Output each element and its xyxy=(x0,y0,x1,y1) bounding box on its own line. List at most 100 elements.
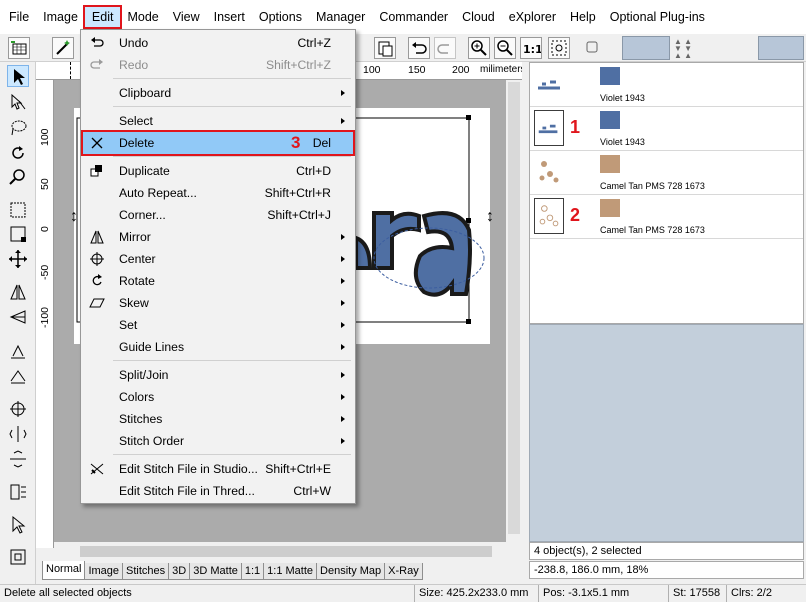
order-icon[interactable] xyxy=(7,481,29,503)
menu-item-duplicate[interactable]: Duplicate Ctrl+D xyxy=(83,160,353,182)
menu-optional-plugins[interactable]: Optional Plug-ins xyxy=(603,7,712,27)
ruler-label: 150 xyxy=(408,64,426,76)
object-row[interactable]: Camel Tan PMS 728 1673 xyxy=(530,151,803,195)
menu-item-mirror[interactable]: Mirror xyxy=(83,226,353,248)
menu-item-colors[interactable]: Colors xyxy=(83,386,353,408)
menu-item-clipboard[interactable]: Clipboard xyxy=(83,82,353,104)
menu-item-edit-in-thred[interactable]: Edit Stitch File in Thred... Ctrl+W xyxy=(83,480,353,502)
color-swatch-box-2[interactable] xyxy=(758,36,804,60)
menu-item-skew[interactable]: Skew xyxy=(83,292,353,314)
menu-file[interactable]: File xyxy=(2,7,36,27)
menu-item-label: Auto Repeat... xyxy=(119,186,197,200)
zoom-out-icon[interactable] xyxy=(494,37,516,59)
rotate-tool-icon[interactable] xyxy=(7,142,29,164)
thread-color-name: Camel Tan PMS 728 1673 xyxy=(600,225,705,235)
tab-3d[interactable]: 3D xyxy=(168,563,191,580)
object-row[interactable]: Violet 1943 xyxy=(530,63,803,107)
node-select-icon[interactable] xyxy=(7,91,29,113)
align-2-icon[interactable] xyxy=(7,365,29,387)
tab-stitches[interactable]: Stitches xyxy=(122,563,170,580)
delete-x-icon xyxy=(89,135,105,151)
zoom-1to1-icon[interactable]: 1:1 xyxy=(520,37,543,59)
hoop-grid-icon[interactable] xyxy=(8,37,30,59)
menu-item-center[interactable]: Center xyxy=(83,248,353,270)
paste-icon[interactable] xyxy=(374,37,396,59)
menu-shortcut: Del xyxy=(312,136,331,150)
tool-palette xyxy=(0,62,36,584)
embroidery-icon[interactable] xyxy=(7,546,29,568)
menu-item-label: Colors xyxy=(119,390,155,404)
menu-commander[interactable]: Commander xyxy=(372,7,455,27)
center-tool-icon[interactable] xyxy=(7,398,29,420)
tab-normal[interactable]: Normal xyxy=(42,561,86,580)
undo-icon xyxy=(89,35,105,51)
undo-icon[interactable] xyxy=(408,37,430,59)
menu-explorer[interactable]: eXplorer xyxy=(502,7,563,27)
menu-item-corner[interactable]: Corner... Shift+Ctrl+J xyxy=(83,204,353,226)
tab-xray[interactable]: X-Ray xyxy=(384,563,423,580)
menu-item-select[interactable]: Select xyxy=(83,110,353,132)
menu-item-set[interactable]: Set xyxy=(83,314,353,336)
menu-edit[interactable]: Edit xyxy=(82,5,123,29)
center-crosshair-icon xyxy=(89,251,105,267)
menu-insert[interactable]: Insert xyxy=(207,7,252,27)
menu-item-label: Edit Stitch File in Thred... xyxy=(119,484,255,498)
scroll-thumb[interactable] xyxy=(508,82,520,534)
menu-item-stitch-order[interactable]: Stitch Order xyxy=(83,430,353,452)
menu-cloud[interactable]: Cloud xyxy=(455,7,502,27)
tab-3d-matte[interactable]: 3D Matte xyxy=(189,563,242,580)
menu-item-split-join[interactable]: Split/Join xyxy=(83,364,353,386)
move-icon[interactable] xyxy=(7,248,29,270)
status-message: Delete all selected objects xyxy=(4,587,132,599)
zoom-fit-icon[interactable] xyxy=(548,37,570,59)
step-marker: 1 xyxy=(570,117,581,137)
menu-item-delete[interactable]: Delete 3 Del xyxy=(81,130,355,156)
tab-1to1-matte[interactable]: 1:1 Matte xyxy=(263,563,318,580)
menu-item-stitches[interactable]: Stitches xyxy=(83,408,353,430)
menu-item-undo[interactable]: Undo Ctrl+Z xyxy=(83,32,353,54)
submenu-arrow-icon xyxy=(341,438,345,444)
cursor-coords: -238.8, 186.0 mm, 18% xyxy=(529,561,804,579)
menu-options[interactable]: Options xyxy=(252,7,309,27)
select-arrow-icon[interactable] xyxy=(7,65,29,87)
horizontal-scrollbar[interactable] xyxy=(54,542,523,560)
menu-item-rotate[interactable]: Rotate xyxy=(83,270,353,292)
distribute-h-icon[interactable] xyxy=(7,423,29,445)
menu-help[interactable]: Help xyxy=(563,7,603,27)
object-row[interactable]: 2 Camel Tan PMS 728 1673 xyxy=(530,195,803,239)
redo-icon[interactable] xyxy=(434,37,456,59)
menu-mode[interactable]: Mode xyxy=(120,7,165,27)
zoom-in-icon[interactable] xyxy=(468,37,490,59)
menu-item-redo[interactable]: Redo Shift+Ctrl+Z xyxy=(83,54,353,76)
distribute-v-icon[interactable] xyxy=(7,448,29,470)
zoom-tool-icon[interactable] xyxy=(7,166,29,188)
object-row[interactable]: 1 Violet 1943 xyxy=(530,107,803,151)
mirror-tool-icon[interactable] xyxy=(7,281,29,303)
tab-1to1[interactable]: 1:1 xyxy=(240,563,265,580)
lasso-icon[interactable] xyxy=(7,117,29,139)
tab-density-map[interactable]: Density Map xyxy=(316,563,386,580)
color-swatch-box[interactable] xyxy=(622,36,670,60)
resize-handle-icon[interactable]: ↕ xyxy=(70,208,78,226)
vertical-scrollbar[interactable] xyxy=(506,80,523,542)
magic-wand-icon[interactable] xyxy=(52,37,74,59)
menu-image[interactable]: Image xyxy=(36,7,85,27)
rect-select-icon[interactable] xyxy=(7,199,29,221)
menu-item-label: Guide Lines xyxy=(119,340,185,354)
menu-item-auto-repeat[interactable]: Auto Repeat... Shift+Ctrl+R xyxy=(83,182,353,204)
spin-arrows[interactable]: ▲ ▲ ▼ ▼ ▲ ▲ xyxy=(674,38,734,60)
resize-handle-icon[interactable]: ↕ xyxy=(486,208,494,226)
menu-item-guide-lines[interactable]: Guide Lines xyxy=(83,336,353,358)
menu-item-edit-in-studio[interactable]: Edit Stitch File in Studio... Shift+Ctrl… xyxy=(83,458,353,480)
square-outline-icon[interactable] xyxy=(582,37,604,59)
view-tabs: Normal Image Stitches 3D 3D Matte 1:1 1:… xyxy=(36,560,526,580)
scroll-thumb[interactable] xyxy=(80,546,492,557)
align-icon[interactable] xyxy=(7,340,29,362)
menu-manager[interactable]: Manager xyxy=(309,7,372,27)
cursor-stitch-icon[interactable] xyxy=(7,514,29,536)
tab-image[interactable]: Image xyxy=(84,563,124,580)
menu-view[interactable]: View xyxy=(166,7,207,27)
mirror-h-icon[interactable] xyxy=(7,306,29,328)
frame-icon[interactable] xyxy=(7,223,29,245)
menu-item-label: Center xyxy=(119,252,156,266)
